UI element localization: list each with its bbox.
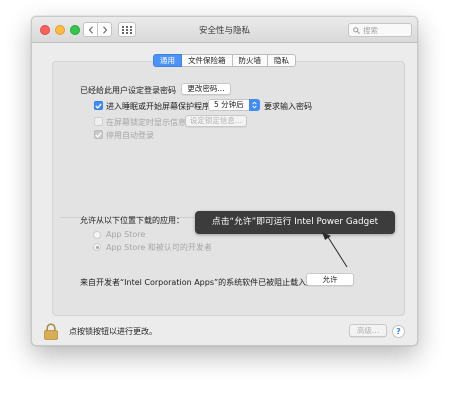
lock-icon[interactable]: [44, 323, 58, 342]
tab-bar: 通用 文件保险箱 防火墙 隐私: [153, 54, 296, 67]
select-arrows-icon: [249, 99, 260, 111]
radio-app-store-identified[interactable]: [93, 243, 101, 251]
security-privacy-window: 安全性与隐私 搜索 通用 文件保险箱 防火墙 隐私 已经给此用户设定登录密码 更…: [31, 16, 418, 346]
require-password-checkbox[interactable]: [94, 101, 103, 110]
checkmark-icon: [95, 131, 102, 138]
radio-app-store-label: App Store: [106, 230, 146, 239]
help-button[interactable]: ?: [392, 325, 405, 338]
password-delay-value: 5 分钟后: [214, 100, 244, 109]
annotation-callout: 点击“允许”即可运行 Intel Power Gadget: [195, 211, 395, 234]
lock-instruction-text: 点按锁按钮以进行更改。: [69, 327, 157, 336]
tab-filevault[interactable]: 文件保险箱: [182, 54, 233, 67]
allowed-downloads-label: 允许从以下位置下载的应用：: [80, 216, 184, 225]
title-bar: 安全性与隐私 搜索: [32, 17, 417, 43]
show-message-label: 在屏幕锁定时显示信息: [106, 118, 186, 127]
checkmark-icon: [95, 102, 102, 109]
disable-auto-login-checkbox[interactable]: [94, 130, 103, 139]
tab-firewall[interactable]: 防火墙: [232, 54, 268, 67]
tab-privacy[interactable]: 隐私: [268, 54, 296, 67]
show-message-checkbox[interactable]: [94, 117, 103, 126]
allow-button[interactable]: 允许: [306, 273, 354, 286]
change-password-button[interactable]: 更改密码...: [181, 83, 231, 95]
radio-app-store[interactable]: [93, 231, 101, 239]
search-field[interactable]: 搜索: [348, 23, 412, 37]
disable-auto-login-label: 停用自动登录: [106, 131, 154, 140]
require-password-suffix: 要求输入密码: [264, 102, 312, 111]
login-password-text: 已经给此用户设定登录密码: [80, 86, 176, 95]
set-lock-message-button[interactable]: 设定锁定信息...: [185, 115, 247, 127]
search-placeholder: 搜索: [363, 25, 378, 35]
require-password-label: 进入睡眠或开始屏幕保护程序: [106, 102, 210, 111]
radio-selected-dot: [95, 245, 99, 249]
search-icon: [353, 26, 360, 34]
advanced-button[interactable]: 高级...: [349, 324, 387, 337]
tab-general[interactable]: 通用: [153, 54, 182, 67]
password-delay-select[interactable]: 5 分钟后: [208, 99, 260, 111]
radio-app-store-identified-label: App Store 和被认可的开发者: [106, 243, 212, 252]
blocked-software-message: 来自开发者“Intel Corporation Apps”的系统软件已被阻止载入…: [80, 278, 315, 287]
